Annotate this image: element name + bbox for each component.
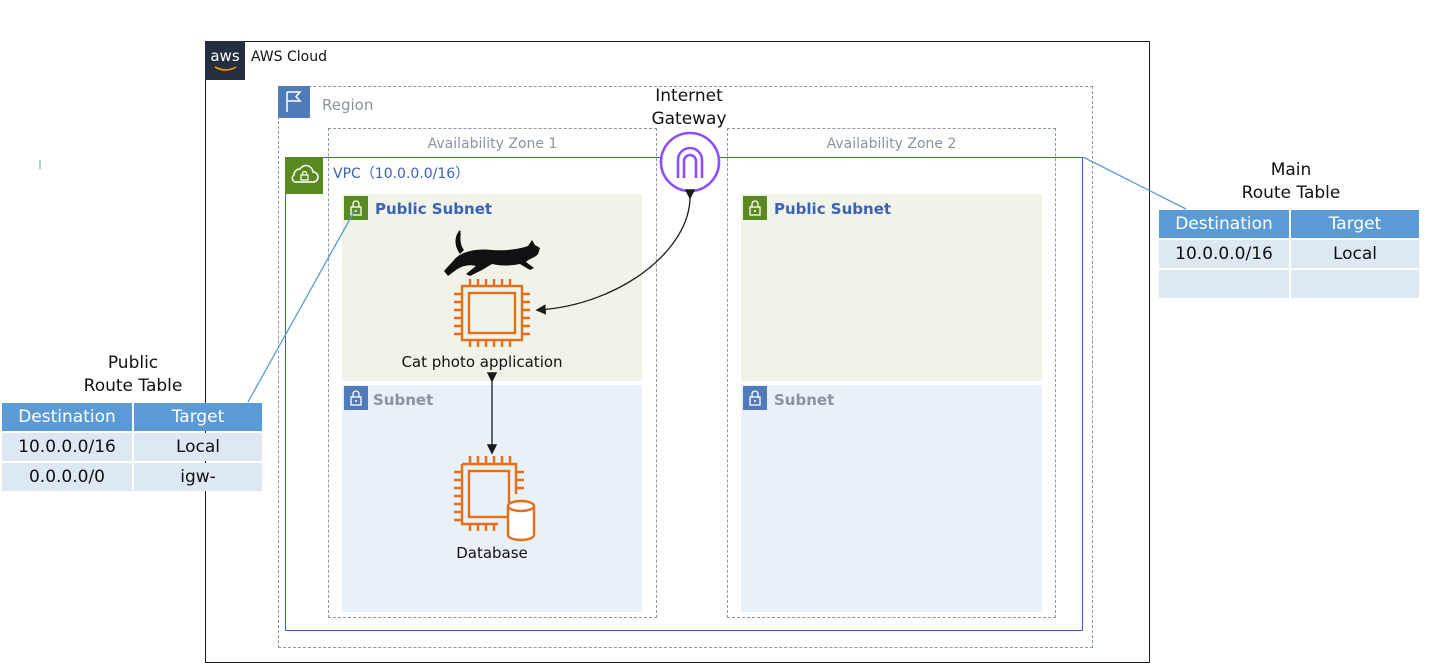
main-rt-title-line1: Main <box>1270 160 1312 180</box>
public-rt-cell: 0.0.0.0/0 <box>2 463 132 491</box>
public-rt-header-target: Target <box>134 403 262 431</box>
main-rt-cell: Local <box>1291 240 1419 268</box>
main-rt-header-destination: Destination <box>1159 210 1289 238</box>
public-rt-connector <box>247 209 356 403</box>
main-rt-title-line2: Route Table <box>1241 183 1341 203</box>
table-row: 10.0.0.0/16 Local <box>2 433 262 461</box>
public-rt-header-destination: Destination <box>2 403 132 431</box>
main-rt-cell <box>1159 270 1289 298</box>
public-rt-title-line1: Public <box>107 353 159 373</box>
public-rt-cell: Local <box>134 433 262 461</box>
table-row: 10.0.0.0/16 Local <box>1159 240 1419 268</box>
public-route-table-title: Public Route Table <box>60 352 206 398</box>
table-row <box>1159 270 1419 298</box>
public-rt-title-line2: Route Table <box>83 376 183 396</box>
connector-layer <box>39 156 1187 455</box>
main-rt-cell <box>1291 270 1419 298</box>
public-rt-cell: igw- <box>134 463 262 491</box>
public-route-table: Destination Target 10.0.0.0/16 Local 0.0… <box>0 401 264 493</box>
main-rt-cell: 10.0.0.0/16 <box>1159 240 1289 268</box>
table-row: 0.0.0.0/0 igw- <box>2 463 262 491</box>
main-route-table: Destination Target 10.0.0.0/16 Local <box>1157 208 1421 300</box>
main-rt-header-target: Target <box>1291 210 1419 238</box>
public-rt-cell: 10.0.0.0/16 <box>2 433 132 461</box>
main-route-table-title: Main Route Table <box>1218 159 1364 205</box>
igw-app-arrow <box>535 189 696 315</box>
main-rt-connector <box>1082 156 1187 210</box>
